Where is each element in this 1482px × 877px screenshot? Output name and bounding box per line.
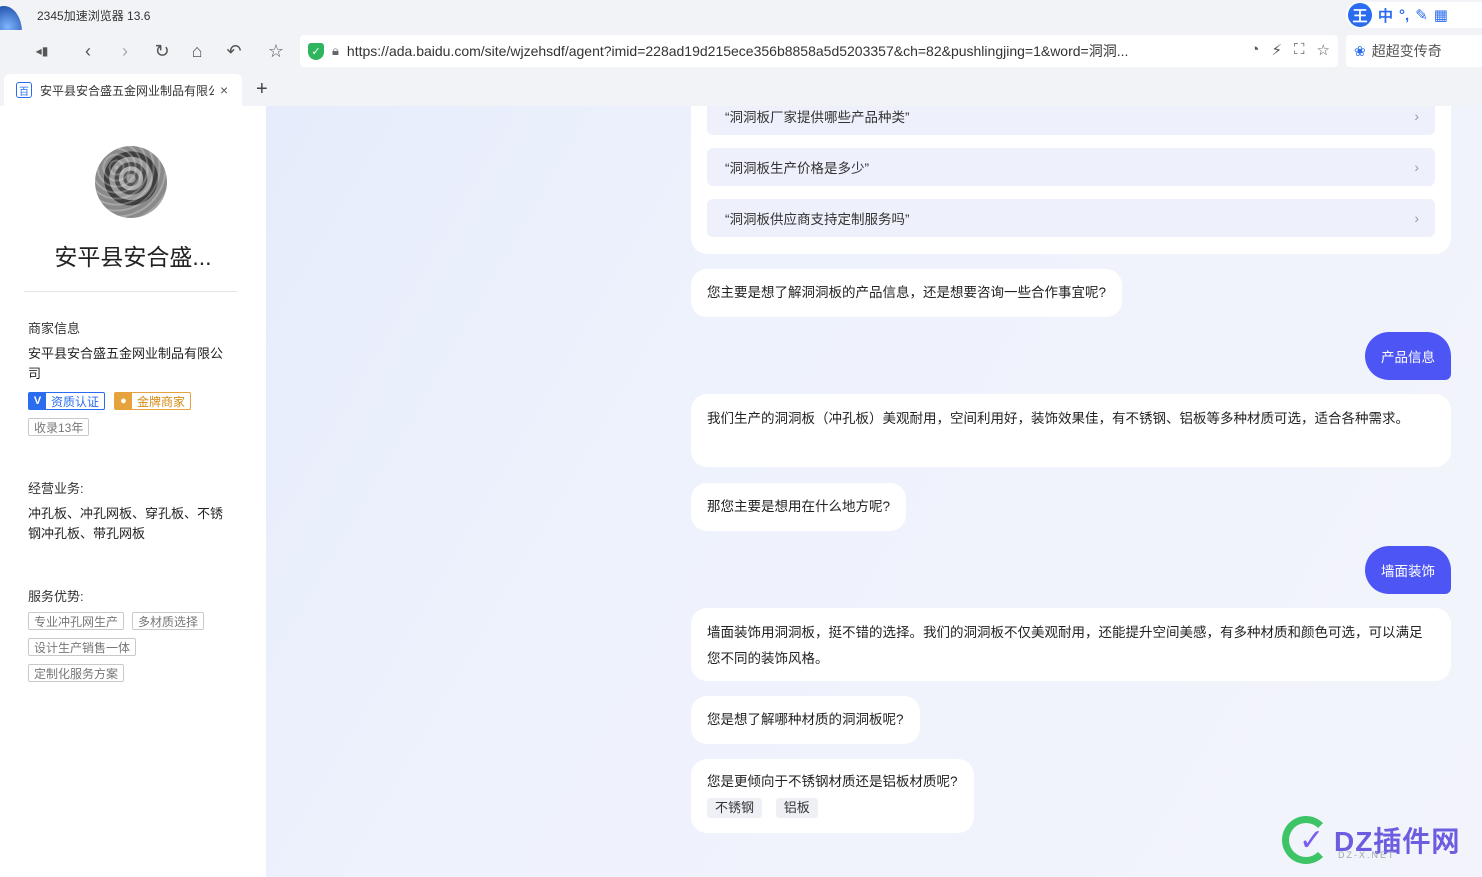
- option-chip[interactable]: 铝板: [775, 798, 818, 818]
- ime-toolbar[interactable]: 王 中 °, ✎ ▦: [1346, 2, 1482, 28]
- bookmark-star-icon[interactable]: ☆: [1317, 41, 1330, 59]
- url-input[interactable]: https://ada.baidu.com/site/wjzehsdf/agen…: [347, 41, 1209, 61]
- suggestion-text: “洞洞板供应商支持定制服务吗”: [725, 212, 910, 227]
- merchant-avatar: [95, 146, 167, 218]
- lock-icon[interactable]: 🔒︎: [332, 43, 339, 59]
- speed-mode-icon[interactable]: ⚡︎: [1271, 41, 1282, 59]
- chevron-right-icon: ›: [1414, 108, 1419, 124]
- suggestion-text: “洞洞板生产价格是多少”: [725, 161, 869, 176]
- sound-icon[interactable]: ◂▮: [30, 39, 54, 63]
- verify-v-icon: V: [29, 393, 46, 409]
- gold-badge-label: 金牌商家: [137, 394, 186, 409]
- search-placeholder[interactable]: 超超变传奇: [1372, 41, 1442, 61]
- ime-pen-icon[interactable]: ✎: [1415, 6, 1428, 24]
- merchant-name: 安平县安合盛五金网业制品有限公司: [28, 346, 224, 381]
- tab-close-icon[interactable]: ×: [220, 82, 228, 98]
- page-content: 安平县安合盛... 商家信息 安平县安合盛五金网业制品有限公司 V 资质认证 ●…: [0, 106, 1482, 877]
- tab-active[interactable]: 百 安平县安合盛五金网业制品有限公司 ×: [4, 74, 242, 106]
- undo-close-button[interactable]: ↶: [222, 39, 246, 63]
- watermark: DZ插件网 DZ-X.NET: [1282, 812, 1482, 868]
- tab-bar: 百 安平县安合盛五金网业制品有限公司 × +: [0, 72, 1482, 106]
- years-tag: 收录13年: [28, 418, 90, 436]
- home-button[interactable]: ⌂: [185, 39, 209, 63]
- suggestion-item[interactable]: “洞洞板厂家提供哪些产品种类” ›: [707, 106, 1435, 135]
- business-label: 经营业务:: [28, 481, 84, 496]
- bot-message: 您主要是想了解洞洞板的产品信息，还是想要咨询一些合作事宜呢?: [691, 269, 1123, 317]
- favorites-icon[interactable]: ☆: [264, 39, 288, 63]
- tab-favicon-icon: 百: [16, 82, 32, 98]
- bot-message-text: 您是更倾向于不锈钢材质还是铝板材质呢?: [707, 774, 958, 789]
- shop-name: 安平县安合盛...: [54, 244, 212, 270]
- merchant-sidebar: 安平县安合盛... 商家信息 安平县安合盛五金网业制品有限公司 V 资质认证 ●…: [0, 106, 266, 877]
- advantage-tag: 定制化服务方案: [28, 664, 125, 682]
- bot-message: 您是想了解哪种材质的洞洞板呢?: [691, 696, 920, 744]
- verify-badge[interactable]: V 资质认证: [28, 392, 106, 410]
- watermark-subtext: DZ-X.NET: [1338, 850, 1396, 860]
- suggestion-card: “洞洞板厂家提供哪些产品种类” › “洞洞板生产价格是多少” › “洞洞板供应商…: [691, 106, 1451, 254]
- suggestion-item[interactable]: “洞洞板生产价格是多少” ›: [707, 148, 1435, 186]
- browser-title: 2345加速浏览器 13.6: [37, 9, 151, 23]
- address-bar[interactable]: ✓ 🔒︎ https://ada.baidu.com/site/wjzehsdf…: [300, 35, 1338, 67]
- ime-punct-icon[interactable]: °,: [1399, 7, 1409, 24]
- security-shield-icon[interactable]: ✓: [308, 42, 324, 60]
- baidu-paw-icon: ❀: [1354, 42, 1366, 59]
- advantages-label: 服务优势:: [28, 589, 84, 604]
- reload-button[interactable]: ↻: [150, 39, 174, 63]
- tab-title[interactable]: 安平县安合盛五金网业制品有限公司: [40, 82, 214, 99]
- bot-message: 墙面装饰用洞洞板，挺不错的选择。我们的洞洞板不仅美观耐用，还能提升空间美感，有多…: [691, 608, 1451, 681]
- forward-button[interactable]: ›: [113, 39, 137, 63]
- chevron-right-icon: ›: [1414, 210, 1419, 226]
- user-message: 产品信息: [1365, 332, 1451, 380]
- advantage-tag: 多材质选择: [132, 612, 205, 630]
- watermark-logo-icon: [1282, 816, 1330, 864]
- ime-logo-icon[interactable]: 王: [1348, 3, 1372, 27]
- browser-titlebar: 2345加速浏览器 13.6 王 中 °, ✎ ▦: [0, 0, 1482, 58]
- bot-message: 那您主要是想用在什么地方呢?: [691, 483, 907, 531]
- verify-badge-label: 资质认证: [51, 394, 100, 409]
- ime-grid-icon[interactable]: ▦: [1434, 6, 1448, 24]
- option-chip[interactable]: 不锈钢: [707, 798, 763, 818]
- user-message: 墙面装饰: [1365, 546, 1451, 594]
- bot-message: 我们生产的洞洞板（冲孔板）美观耐用，空间利用好，装饰效果佳，有不锈钢、铝板等多种…: [691, 394, 1451, 467]
- business-text: 冲孔板、冲孔网板、穿孔板、不锈钢冲孔板、带孔网板: [28, 506, 224, 541]
- bot-message-with-options: 您是更倾向于不锈钢材质还是铝板材质呢? 不锈钢 铝板: [691, 759, 974, 833]
- suggestion-item[interactable]: “洞洞板供应商支持定制服务吗” ›: [707, 199, 1435, 237]
- chevron-right-icon: ›: [1414, 159, 1419, 175]
- sidebar-divider: [24, 291, 237, 292]
- gold-medal-icon: ●: [115, 393, 132, 409]
- ime-mode-toggle[interactable]: 中: [1378, 5, 1393, 26]
- back-button[interactable]: ‹: [76, 39, 100, 63]
- advantage-tag: 专业冲孔网生产: [28, 612, 125, 630]
- advantage-tag: 设计生产销售一体: [28, 638, 137, 656]
- search-input[interactable]: ❀ 超超变传奇: [1346, 35, 1482, 67]
- browser-toolbar: ◂▮ ‹ › ↻ ⌂ ↶ ☆ ✓ 🔒︎ https://ada.baidu.co…: [0, 30, 1482, 72]
- merchant-info-label: 商家信息: [28, 321, 81, 336]
- chat-area[interactable]: “洞洞板厂家提供哪些产品种类” › “洞洞板生产价格是多少” › “洞洞板供应商…: [266, 106, 1482, 877]
- suggestion-text: “洞洞板厂家提供哪些产品种类”: [725, 110, 910, 125]
- extension-icon[interactable]: ◔: [1250, 41, 1259, 59]
- screenshot-icon[interactable]: ⛶: [1294, 41, 1305, 59]
- gold-merchant-badge[interactable]: ● 金牌商家: [114, 392, 192, 410]
- new-tab-button[interactable]: +: [256, 78, 268, 101]
